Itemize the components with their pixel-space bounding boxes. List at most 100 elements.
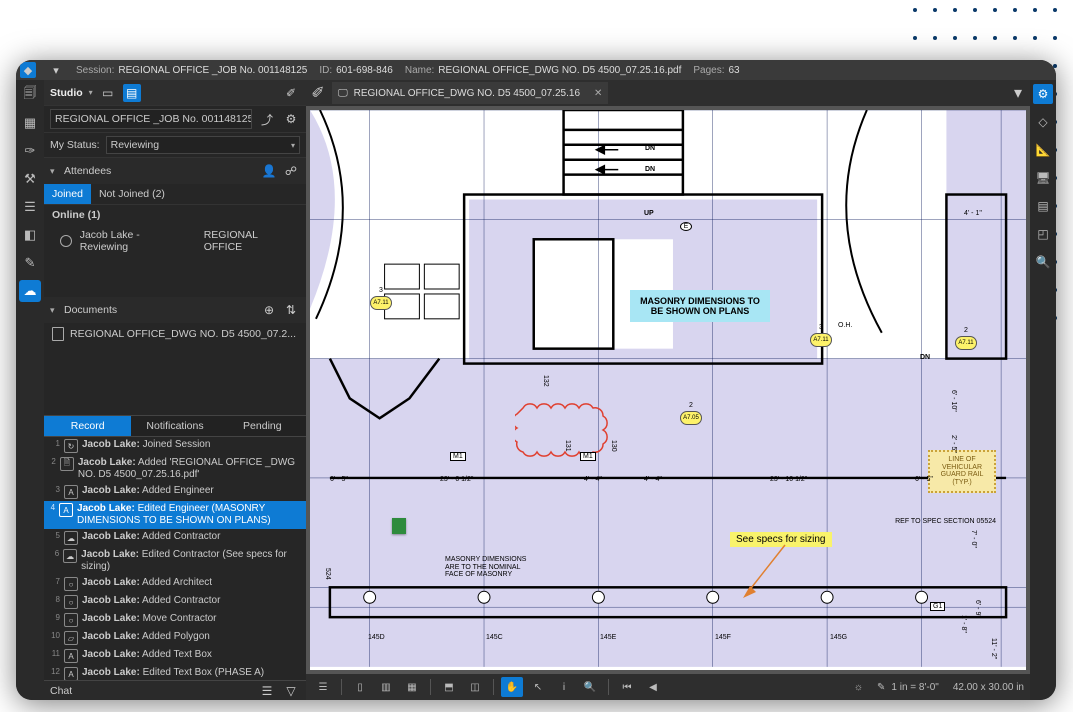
room-tag: 130 — [610, 440, 617, 452]
measure-icon[interactable]: 📐 — [1033, 140, 1053, 160]
record-type-icon: ☁ — [64, 531, 78, 545]
monitor-icon: 🖵 — [338, 88, 348, 99]
drawing-canvas[interactable]: MASONRY DIMENSIONS TO BE SHOWN ON PLANS … — [310, 110, 1026, 670]
chat-label: Chat — [50, 685, 72, 697]
bookmarks-icon[interactable]: ✑ — [19, 140, 41, 162]
links-icon[interactable]: 🖥 — [1033, 168, 1053, 188]
up-label: UP — [644, 210, 654, 217]
record-item[interactable]: 2 🗎 Jacob Lake: Added 'REGIONAL OFFICE _… — [44, 455, 306, 483]
search-icon[interactable]: 🔍 — [1033, 252, 1053, 272]
studio-settings-icon[interactable]: ⚙ — [1033, 84, 1053, 104]
record-item[interactable]: 6 ☁ Jacob Lake: Edited Contractor (See s… — [44, 547, 306, 575]
chat-bar[interactable]: Chat ☰ ▽ — [44, 680, 306, 700]
revision-cloud[interactable] — [515, 398, 610, 464]
session-settings-icon[interactable]: ⚙ — [282, 110, 300, 128]
invite-icon[interactable]: 👤 — [260, 162, 278, 180]
marker: E — [680, 222, 692, 231]
attendees-header[interactable]: ▾ Attendees 👤 ☍ — [44, 158, 306, 184]
masonry-note[interactable]: MASONRY DIMENSIONS TO BE SHOWN ON PLANS — [630, 290, 770, 322]
detail-callout[interactable]: 3A7.11 — [370, 296, 392, 310]
tabstrip-eyedropper-icon[interactable]: ✐ — [306, 83, 330, 103]
document-tab[interactable]: 🖵 REGIONAL OFFICE_DWG NO. D5 4500_07.25.… — [332, 82, 608, 104]
record-tab[interactable]: Record — [44, 416, 131, 436]
record-item[interactable]: 9 ○ Jacob Lake: Move Contractor — [44, 611, 306, 629]
forms-icon[interactable]: ◇ — [1033, 112, 1053, 132]
revu-logo-icon[interactable]: ◆ — [20, 62, 36, 78]
first-page-icon[interactable]: ⏮ — [616, 677, 638, 697]
split-v-icon[interactable]: ◫ — [464, 677, 486, 697]
markups-list-icon[interactable]: ☰ — [312, 677, 334, 697]
guard-rail-note[interactable]: LINE OF VEHICULAR GUARD RAIL (TYP.) — [928, 450, 996, 493]
joined-tab[interactable]: Joined — [44, 184, 91, 204]
record-item[interactable]: 1 ↻ Jacob Lake: Joined Session — [44, 437, 306, 455]
pan-icon[interactable]: ✋ — [501, 677, 523, 697]
split-h-icon[interactable]: ⬒ — [438, 677, 460, 697]
detail-callout[interactable]: 2A7.05 — [680, 411, 702, 425]
attendee-tabs: Joined Not Joined (2) — [44, 184, 306, 205]
titlebar-dropdown-icon[interactable]: ▾ — [48, 62, 64, 78]
detail-callout[interactable]: 3A7.11 — [810, 333, 832, 347]
single-page-icon[interactable]: ▯ — [349, 677, 371, 697]
follow-icon[interactable]: ☍ — [282, 162, 300, 180]
callout-arrow[interactable] — [740, 540, 790, 600]
studio-icon[interactable]: ☁ — [19, 280, 41, 302]
sessions-icon[interactable]: ▤ — [123, 84, 141, 102]
select-icon[interactable]: ↖ — [527, 677, 549, 697]
record-item[interactable]: 11 A Jacob Lake: Added Text Box — [44, 647, 306, 665]
green-sticky-note[interactable] — [392, 518, 406, 534]
studio-dropdown-icon[interactable]: ▾ — [89, 88, 93, 97]
record-text: Jacob Lake: Added Polygon — [82, 631, 210, 643]
app-window: ◆ ▾ Session: REGIONAL OFFICE _JOB No. 00… — [16, 60, 1056, 700]
session-name-field[interactable]: REGIONAL OFFICE _JOB No. 001148125 - 601… — [50, 109, 252, 129]
record-list[interactable]: 1 ↻ Jacob Lake: Joined Session2 🗎 Jacob … — [44, 437, 306, 680]
close-tab-icon[interactable]: ✕ — [594, 88, 602, 99]
page-size-readout: 42.00 x 30.00 in — [953, 682, 1024, 693]
documents-header[interactable]: ▾ Documents ⊕ ⇅ — [44, 297, 306, 323]
dim-text: 2' - 5" — [950, 435, 957, 453]
projects-icon[interactable]: ▭ — [99, 84, 117, 102]
record-type-icon: 🗎 — [60, 457, 74, 471]
layers-icon[interactable]: ◧ — [19, 224, 41, 246]
record-item[interactable]: 7 ○ Jacob Lake: Added Architect — [44, 575, 306, 593]
attendee-name: Jacob Lake - Reviewing — [80, 229, 188, 253]
select-text-icon[interactable]: Ꭵ — [553, 677, 575, 697]
record-number: 2 — [48, 457, 56, 466]
record-item[interactable]: 4 A Jacob Lake: Edited Engineer (MASONRY… — [44, 501, 306, 529]
scale-icon[interactable]: ✎ — [877, 682, 885, 693]
thumbnails-icon[interactable]: ▦ — [19, 112, 41, 134]
filter-icon[interactable]: ▽ — [282, 682, 300, 700]
file-access-icon[interactable]: 🗐 — [19, 84, 41, 106]
spaces-icon[interactable]: ◰ — [1033, 224, 1053, 244]
signatures-icon[interactable]: ✎ — [19, 252, 41, 274]
notifications-tab[interactable]: Notifications — [131, 416, 218, 436]
record-item[interactable]: 10 ▱ Jacob Lake: Added Polygon — [44, 629, 306, 647]
record-item[interactable]: 12 A Jacob Lake: Edited Text Box (PHASE … — [44, 665, 306, 680]
properties-icon[interactable]: ☰ — [19, 196, 41, 218]
brightness-icon[interactable]: ☼ — [854, 682, 863, 693]
detail-callout[interactable]: 2A7.11 — [955, 336, 977, 350]
add-doc-icon[interactable]: ⊕ — [260, 301, 278, 319]
document-row[interactable]: REGIONAL OFFICE_DWG NO. D5 4500_07.2... — [44, 323, 306, 345]
my-status-select[interactable]: Reviewing ▾ — [106, 136, 300, 154]
attendee-row[interactable]: Jacob Lake - Reviewing REGIONAL OFFICE — [44, 225, 306, 257]
session-value: REGIONAL OFFICE _JOB No. 001148125 — [118, 65, 307, 76]
sets-icon[interactable]: ▤ — [1033, 196, 1053, 216]
eyedropper-icon[interactable]: ✐ — [282, 84, 300, 102]
not-joined-tab[interactable]: Not Joined (2) — [91, 184, 173, 204]
continuous-icon[interactable]: ▥ — [375, 677, 397, 697]
record-text: Jacob Lake: Added Architect — [82, 577, 212, 589]
record-item[interactable]: 8 ○ Jacob Lake: Added Contractor — [44, 593, 306, 611]
main-area: ✐ 🖵 REGIONAL OFFICE_DWG NO. D5 4500_07.2… — [306, 80, 1030, 700]
leave-session-icon[interactable]: ⤴ — [258, 110, 276, 128]
prev-page-icon[interactable]: ◀ — [642, 677, 664, 697]
list-icon[interactable]: ☰ — [258, 682, 276, 700]
record-item[interactable]: 5 ☁ Jacob Lake: Added Contractor — [44, 529, 306, 547]
record-item[interactable]: 3 A Jacob Lake: Added Engineer — [44, 483, 306, 501]
zoom-icon[interactable]: 🔍 — [579, 677, 601, 697]
side-by-side-icon[interactable]: ▦ — [401, 677, 423, 697]
pending-tab[interactable]: Pending — [219, 416, 306, 436]
record-type-icon: ▱ — [64, 631, 78, 645]
tab-chevron-icon[interactable]: ▾ — [1006, 83, 1030, 103]
sort-docs-icon[interactable]: ⇅ — [282, 301, 300, 319]
tool-chest-icon[interactable]: ⚒ — [19, 168, 41, 190]
